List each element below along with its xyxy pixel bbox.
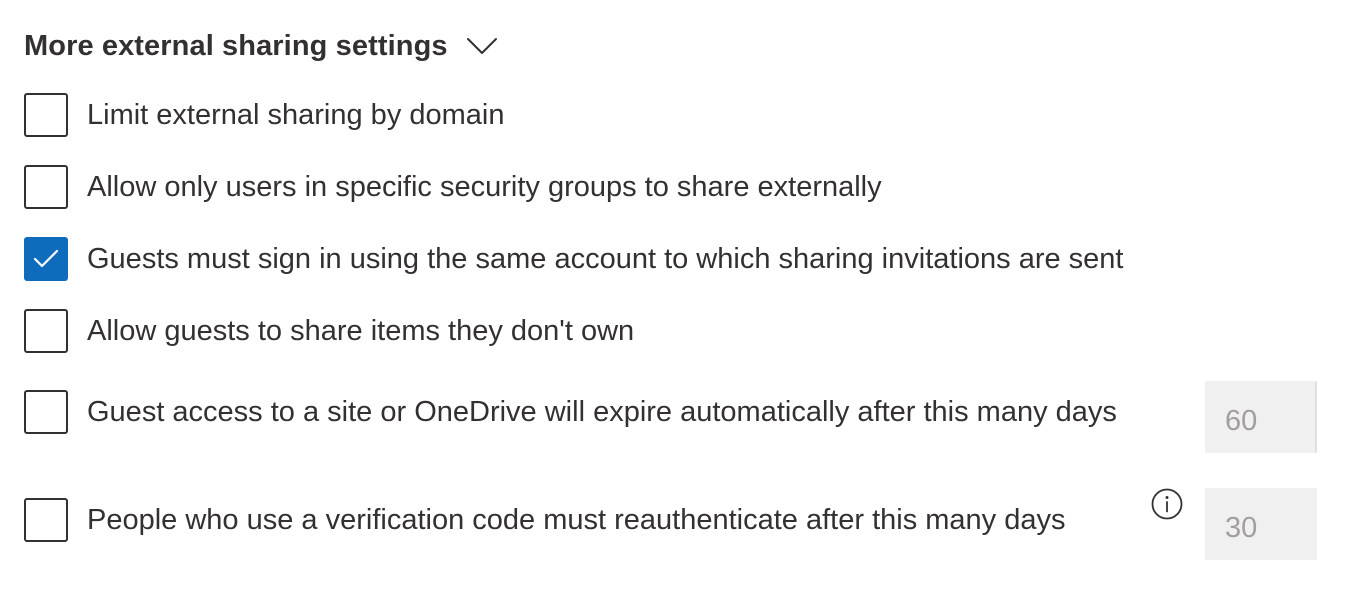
- guests-share-items-label[interactable]: Allow guests to share items they don't o…: [87, 315, 634, 348]
- verification-reauth-checkbox[interactable]: [24, 498, 68, 542]
- section-title: More external sharing settings: [24, 29, 448, 62]
- info-icon[interactable]: [1151, 488, 1183, 520]
- chevron-down-icon[interactable]: [466, 36, 498, 56]
- guest-access-expire-label[interactable]: Guest access to a site or OneDrive will …: [87, 396, 1117, 429]
- guests-same-account-checkbox[interactable]: [24, 237, 68, 281]
- option-security-groups[interactable]: Allow only users in specific security gr…: [24, 164, 882, 210]
- option-verification-reauth[interactable]: People who use a verification code must …: [24, 497, 1065, 543]
- security-groups-checkbox[interactable]: [24, 165, 68, 209]
- more-external-sharing-settings-toggle[interactable]: More external sharing settings: [24, 24, 498, 68]
- verification-reauth-label[interactable]: People who use a verification code must …: [87, 504, 1065, 537]
- option-guests-same-account[interactable]: Guests must sign in using the same accou…: [24, 236, 1123, 282]
- checkmark-icon: [33, 249, 59, 268]
- security-groups-label[interactable]: Allow only users in specific security gr…: [87, 171, 882, 204]
- guest-access-expire-checkbox[interactable]: [24, 390, 68, 434]
- option-guest-access-expire[interactable]: Guest access to a site or OneDrive will …: [24, 389, 1117, 435]
- option-limit-by-domain[interactable]: Limit external sharing by domain: [24, 92, 504, 138]
- guests-same-account-label[interactable]: Guests must sign in using the same accou…: [87, 243, 1123, 276]
- option-guests-share-items[interactable]: Allow guests to share items they don't o…: [24, 308, 634, 354]
- limit-by-domain-label[interactable]: Limit external sharing by domain: [87, 99, 504, 132]
- limit-by-domain-checkbox[interactable]: [24, 93, 68, 137]
- guests-share-items-checkbox[interactable]: [24, 309, 68, 353]
- reauth-days-input[interactable]: [1205, 488, 1317, 560]
- expire-days-input[interactable]: [1205, 381, 1317, 453]
